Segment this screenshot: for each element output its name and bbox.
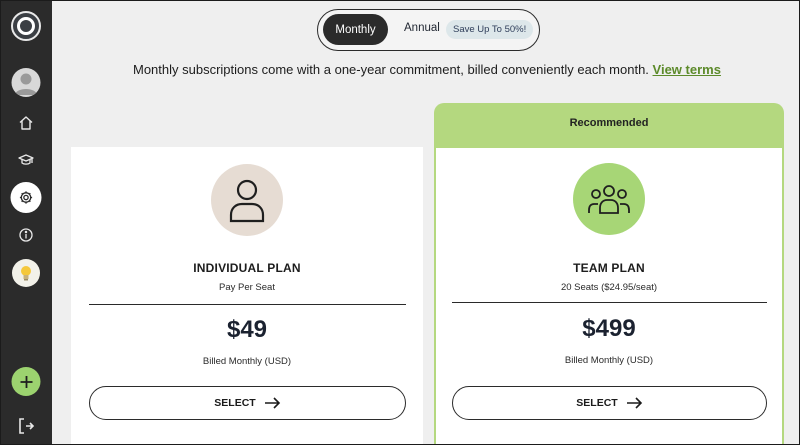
user-icon — [211, 164, 283, 236]
billing-info: Billed Monthly (USD) — [564, 355, 654, 366]
save-badge: Save Up To 50%! — [446, 20, 534, 39]
plan-name: TEAM PLAN — [573, 261, 645, 275]
view-terms-link[interactable]: View terms — [653, 62, 721, 77]
billing-toggle: Monthly Annual Save Up To 50%! — [317, 9, 540, 51]
plan-name: INDIVIDUAL PLAN — [193, 261, 301, 275]
plus-icon — [20, 375, 32, 388]
subscription-note: Monthly subscriptions come with a one-ye… — [133, 62, 721, 77]
sidebar — [1, 1, 52, 444]
team-plan-card-body: TEAM PLAN 20 Seats ($24.95/seat) $499 Bi… — [436, 148, 782, 444]
home-icon[interactable] — [12, 109, 40, 137]
divider — [452, 302, 767, 303]
arrow-right-icon — [626, 397, 642, 409]
team-plan-card: Recommended TEAM PLAN 20 Seats ($24.95/s… — [434, 103, 784, 444]
plan-subtitle: Pay Per Seat — [219, 282, 275, 293]
logout-icon[interactable] — [14, 414, 38, 438]
plan-price: $499 — [582, 315, 636, 342]
select-label: SELECT — [576, 397, 618, 409]
monthly-option[interactable]: Monthly — [323, 14, 388, 45]
add-button[interactable] — [11, 367, 41, 396]
select-team-button[interactable]: SELECT — [452, 386, 767, 420]
divider — [89, 304, 406, 305]
logo-icon[interactable] — [11, 11, 41, 41]
individual-plan-card: INDIVIDUAL PLAN Pay Per Seat $49 Billed … — [71, 147, 423, 444]
plan-price: $49 — [226, 316, 268, 343]
lightbulb-icon[interactable] — [12, 259, 40, 287]
gear-icon[interactable] — [10, 182, 42, 213]
plan-subtitle: 20 Seats ($24.95/seat) — [560, 282, 658, 293]
team-icon — [573, 163, 645, 235]
recommended-badge: Recommended — [569, 117, 649, 129]
select-label: SELECT — [214, 397, 256, 409]
subscription-note-text: Monthly subscriptions come with a one-ye… — [133, 62, 649, 77]
app-frame: Monthly Annual Save Up To 50%! Monthly s… — [0, 0, 800, 445]
avatar[interactable] — [11, 68, 41, 97]
select-individual-button[interactable]: SELECT — [89, 386, 406, 420]
arrow-right-icon — [264, 397, 280, 409]
billing-info: Billed Monthly (USD) — [202, 356, 292, 367]
annual-option[interactable]: Annual — [404, 22, 440, 34]
info-icon[interactable] — [12, 221, 40, 249]
graduation-cap-icon[interactable] — [12, 146, 40, 174]
